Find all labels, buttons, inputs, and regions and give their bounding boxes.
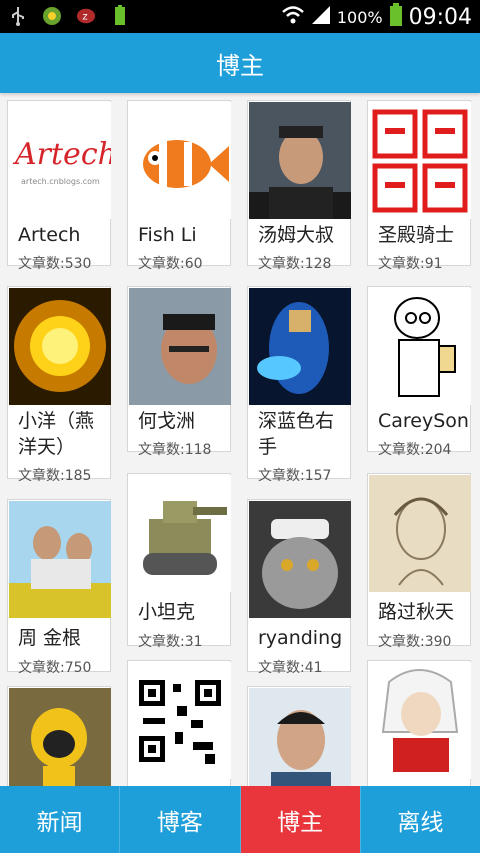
- blogger-card[interactable]: 小坦克 文章数:31: [127, 473, 231, 650]
- svg-text:z: z: [82, 12, 87, 23]
- blogger-card[interactable]: 周 金根 文章数:750: [7, 499, 111, 676]
- avatar: [369, 662, 471, 779]
- blogger-card[interactable]: 圣殿骑士 文章数:91: [367, 100, 471, 272]
- blogger-card[interactable]: [247, 686, 351, 786]
- bottom-tab-bar: 新闻 博客 博主 离线: [0, 786, 480, 853]
- avatar: [129, 662, 231, 779]
- page-title: 博主: [0, 33, 480, 93]
- blogger-card[interactable]: Fish Li 文章数:60: [127, 100, 231, 272]
- blogger-card[interactable]: [367, 660, 471, 786]
- tab-news[interactable]: 新闻: [0, 786, 121, 853]
- avatar: [249, 688, 351, 786]
- article-count: 文章数:91: [378, 256, 443, 272]
- wifi-icon: [281, 5, 305, 29]
- article-count: 文章数:530: [18, 256, 92, 272]
- clock: 09:04: [408, 4, 472, 30]
- avatar: [129, 475, 231, 592]
- article-count: 文章数:60: [138, 256, 203, 272]
- article-count: 文章数:204: [378, 442, 452, 458]
- avatar: [249, 501, 351, 618]
- blogger-name: Artech: [18, 224, 81, 246]
- blogger-name: 小洋（燕洋天）: [18, 410, 95, 458]
- blogger-name: 圣殿骑士: [378, 224, 455, 246]
- blogger-card[interactable]: CareySon 文章数:204: [367, 286, 471, 458]
- app-icon: [42, 6, 62, 26]
- avatar: [249, 102, 351, 219]
- avatar: [369, 288, 471, 405]
- blogger-name: 何戈洲: [138, 410, 196, 432]
- usb-icon: [8, 6, 28, 26]
- blogger-name: 深蓝色右手: [258, 410, 335, 458]
- blogger-name: 小坦克: [138, 601, 196, 623]
- blogger-name: 路过秋天: [378, 601, 455, 623]
- avatar: [9, 501, 111, 618]
- blogger-card[interactable]: 何戈洲 文章数:118: [127, 286, 231, 458]
- avatar: [129, 102, 231, 219]
- article-count: 文章数:31: [138, 634, 203, 650]
- article-count: 文章数:157: [258, 468, 332, 484]
- svg-text:artech.cnblogs.com: artech.cnblogs.com: [21, 177, 100, 186]
- blogger-card[interactable]: ryanding 文章数:41: [247, 499, 351, 676]
- avatar: [9, 288, 111, 405]
- blogger-card[interactable]: [7, 686, 111, 786]
- blogger-card[interactable]: 路过秋天 文章数:390: [367, 473, 471, 650]
- avatar: [369, 475, 471, 592]
- blogger-name: 汤姆大叔: [258, 224, 335, 246]
- avatar: [129, 288, 231, 405]
- tab-offline[interactable]: 离线: [360, 786, 480, 853]
- article-count: 文章数:118: [138, 442, 212, 458]
- blogger-name: Fish Li: [138, 224, 197, 246]
- blogger-card[interactable]: 深蓝色右手 文章数:157: [247, 286, 351, 484]
- battery-percent: 100%: [336, 7, 383, 27]
- status-bar: z 100% 09:04: [0, 0, 480, 33]
- avatar: Artech artech.cnblogs.com: [9, 102, 117, 219]
- tab-bloggers[interactable]: 博主: [240, 786, 361, 853]
- battery-icon: [389, 3, 403, 31]
- article-count: 文章数:185: [18, 468, 92, 484]
- blogger-name: ryanding: [258, 627, 343, 649]
- blogger-card[interactable]: Artech artech.cnblogs.com Artech 文章数:530: [7, 100, 117, 272]
- blogger-name: 周 金根: [18, 627, 82, 649]
- avatar: [9, 688, 111, 786]
- blogger-card[interactable]: [127, 660, 231, 786]
- blogger-card[interactable]: 小洋（燕洋天） 文章数:185: [7, 286, 111, 484]
- article-count: 文章数:41: [258, 660, 323, 676]
- article-count: 文章数:750: [18, 660, 92, 676]
- avatar: [369, 102, 471, 219]
- article-count: 文章数:390: [378, 634, 452, 650]
- tab-blogs[interactable]: 博客: [120, 786, 241, 853]
- blogger-card[interactable]: 汤姆大叔 文章数:128: [247, 100, 351, 272]
- avatar: [249, 288, 351, 405]
- blogger-grid[interactable]: Artech artech.cnblogs.com Artech 文章数:530 …: [0, 93, 480, 786]
- svg-text:Artech: Artech: [12, 137, 111, 172]
- battery-small-icon: [110, 5, 130, 26]
- blogger-name: CareySon: [378, 410, 469, 432]
- zune-icon: z: [76, 6, 96, 26]
- signal-icon: [311, 5, 331, 29]
- article-count: 文章数:128: [258, 256, 332, 272]
